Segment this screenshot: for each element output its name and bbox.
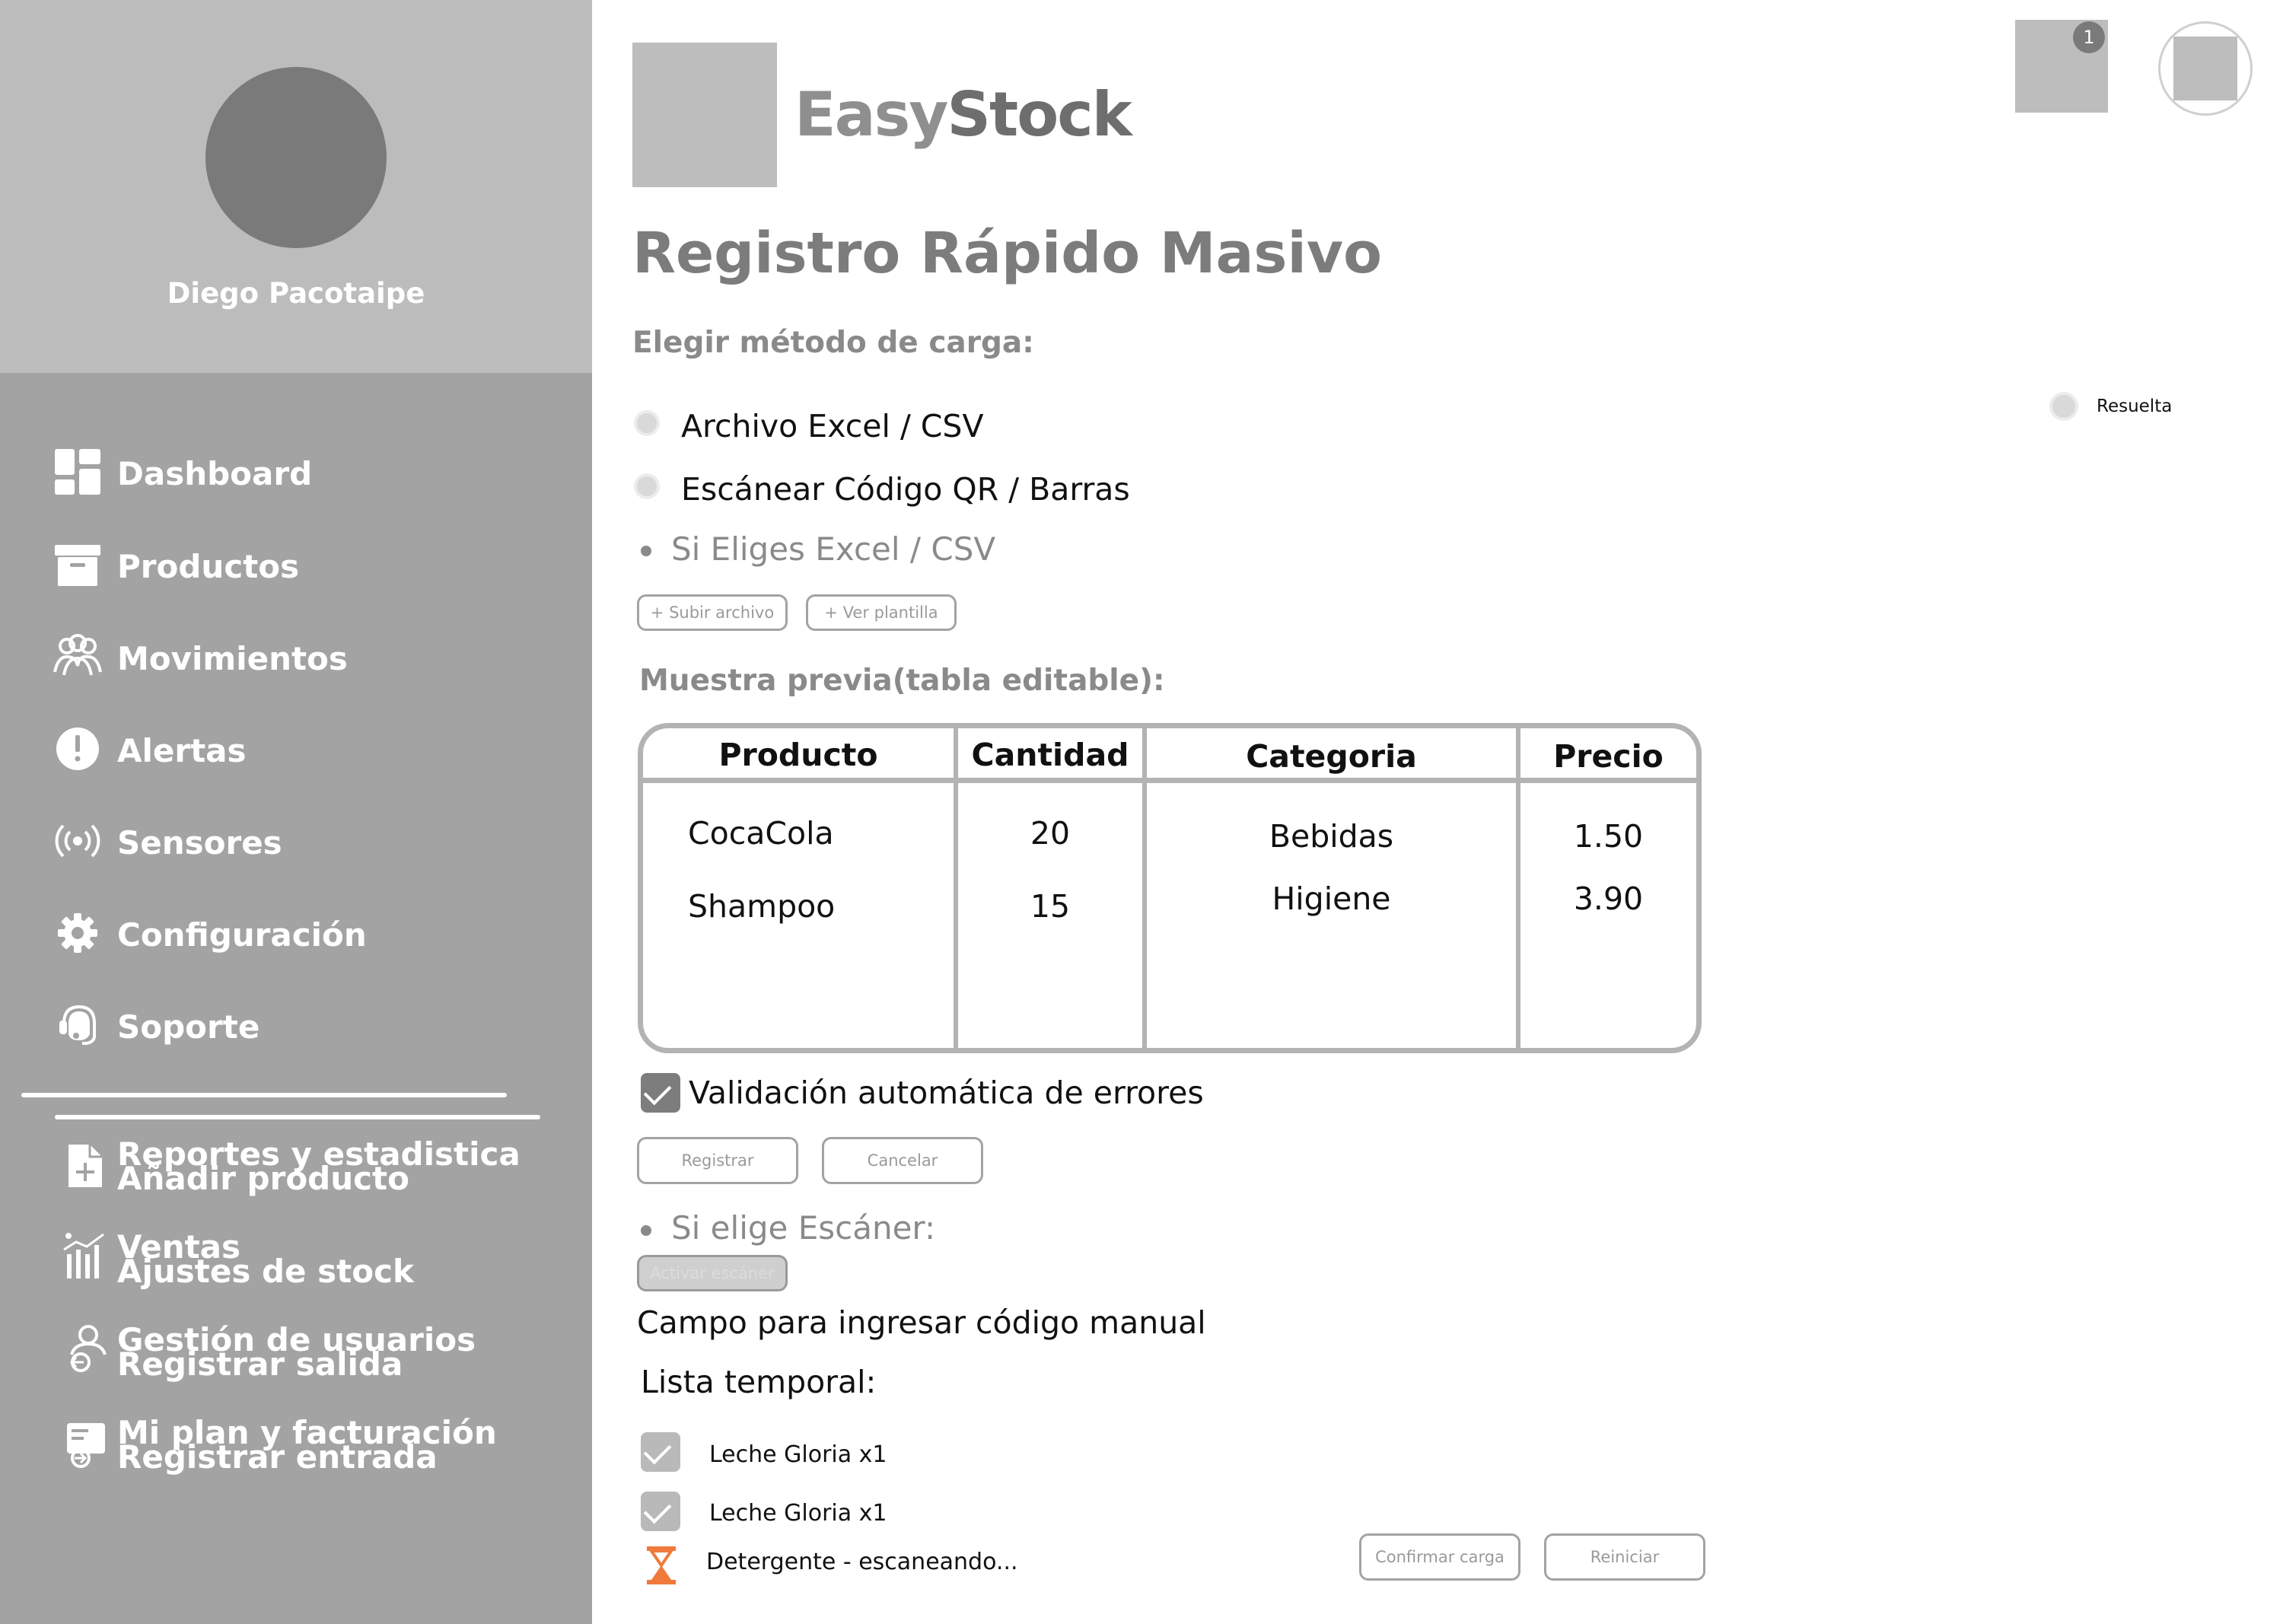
method-label: Elegir método de carga: [632,326,1034,360]
bullet [641,546,651,556]
user-menu-image [2173,37,2237,100]
table-cell[interactable]: Higiene [1147,880,1516,917]
sidebar-item-configuracion[interactable]: Configuración [53,904,571,957]
page-title: Registro Rápido Masivo [632,221,1382,286]
user-exit-icon [69,1325,107,1372]
confirm-upload-button[interactable]: Confirmar carga [1359,1533,1520,1581]
invoice-icon [67,1423,105,1468]
cancel-button[interactable]: Cancelar [822,1137,983,1184]
sidebar-item-gestion-usuarios[interactable]: Gestión de usuarios Registrar salida [53,1321,571,1393]
support-icon [59,1005,96,1045]
activate-scanner-button[interactable]: Activar escáner [637,1255,788,1291]
table-cell[interactable]: Shampoo [688,888,835,925]
manual-code-label: Campo para ingresar código manual [637,1304,1206,1341]
scan-section-heading: Si elige Escáner: [671,1209,936,1247]
add-file-icon [68,1145,102,1187]
table-header-cell: Precio [1553,738,1664,775]
brand-part-1: Easy [794,79,948,150]
sidebar-item-label: Configuración [117,916,367,954]
temp-item-checkbox[interactable] [641,1492,680,1531]
table-header-cell: Categoria [1246,738,1417,775]
brand-name: EasyStock [794,79,1132,150]
sidebar-item-productos[interactable]: Productos [53,536,571,589]
checkmark-icon [643,1436,672,1465]
avatar[interactable] [205,67,387,248]
user-name: Diego Pacotaipe [167,277,425,310]
sidebar-item-sensores[interactable]: Sensores [53,812,571,865]
dashboard-icon [55,449,100,495]
table-cell[interactable]: 15 [958,888,1142,925]
table-header-cell: Producto [718,737,878,773]
temp-list-item: Detergente - escaneando... [706,1549,1018,1575]
sidebar-item-label-front: Registrar entrada [117,1438,438,1476]
users-icon [53,634,102,676]
sensor-icon [55,824,100,858]
register-button[interactable]: Registrar [637,1137,798,1184]
view-template-button[interactable]: + Ver plantilla [806,594,957,631]
table-header-divider [643,778,1696,783]
table-cell[interactable]: 20 [958,815,1142,852]
temp-list-label: Lista temporal: [641,1364,877,1400]
logo-placeholder [632,43,777,187]
sidebar-item-label: Soporte [117,1008,260,1046]
alert-icon [56,728,99,770]
gear-icon [58,913,97,953]
sidebar-divider [21,1093,507,1097]
table-cell[interactable]: Bebidas [1147,818,1516,855]
radio-excel[interactable] [634,410,660,436]
resuelta-label: Resuelta [2097,396,2173,416]
sidebar-item-label-front: Registrar salida [117,1345,403,1383]
resuelta-radio[interactable] [2049,392,2078,421]
sidebar-item-ventas[interactable]: Ventas Ajustes de stock [53,1228,571,1300]
checkmark-icon [643,1495,672,1524]
box-icon [55,545,100,586]
sidebar-item-label: Sensores [117,824,282,861]
temp-item-checkbox[interactable] [641,1432,680,1472]
radio-scan-label: Escánear Código QR / Barras [681,471,1130,508]
bullet [641,1225,651,1236]
hourglass-icon [647,1546,676,1584]
table-cell[interactable]: CocaCola [688,815,834,852]
validation-checkbox[interactable] [641,1073,680,1113]
upload-file-button[interactable]: + Subir archivo [637,594,788,631]
radio-scan[interactable] [634,473,660,499]
sidebar-item-label: Movimientos [117,640,348,677]
sidebar-item-reportes[interactable]: Reportes y estadistica Añadir producto [53,1135,571,1207]
sidebar-item-label: Dashboard [117,455,313,492]
sidebar-item-mi-plan[interactable]: Mi plan y facturación Registrar entrada [53,1414,571,1485]
sidebar-item-soporte[interactable]: Soporte [53,996,571,1049]
excel-section-heading: Si Eliges Excel / CSV [671,530,996,568]
chart-icon [63,1233,104,1279]
table-cell[interactable]: 3.90 [1520,880,1696,917]
sidebar-item-label: Productos [117,548,300,585]
sidebar-item-movimientos[interactable]: Movimientos [53,628,571,681]
notification-badge: 1 [2073,21,2105,53]
table-header-cell: Cantidad [971,737,1129,773]
sidebar-item-label: Alertas [117,732,247,769]
sidebar-item-label-front: Ajustes de stock [117,1253,414,1290]
brand-part-2: Stock [947,79,1132,150]
preview-label: Muestra previa(tabla editable): [639,664,1165,698]
sidebar-item-label-front: Añadir producto [117,1160,409,1197]
sidebar-item-alertas[interactable]: Alertas [53,720,571,773]
temp-list-item: Leche Gloria x1 [709,1441,887,1468]
sidebar-item-dashboard[interactable]: Dashboard [53,443,571,496]
validation-label: Validación automática de errores [689,1075,1204,1111]
reset-button[interactable]: Reiniciar [1544,1533,1705,1581]
checkmark-icon [643,1077,672,1106]
temp-list-item: Leche Gloria x1 [709,1500,887,1527]
table-cell[interactable]: 1.50 [1520,818,1696,855]
sidebar-divider [55,1115,540,1119]
radio-excel-label: Archivo Excel / CSV [681,408,984,444]
